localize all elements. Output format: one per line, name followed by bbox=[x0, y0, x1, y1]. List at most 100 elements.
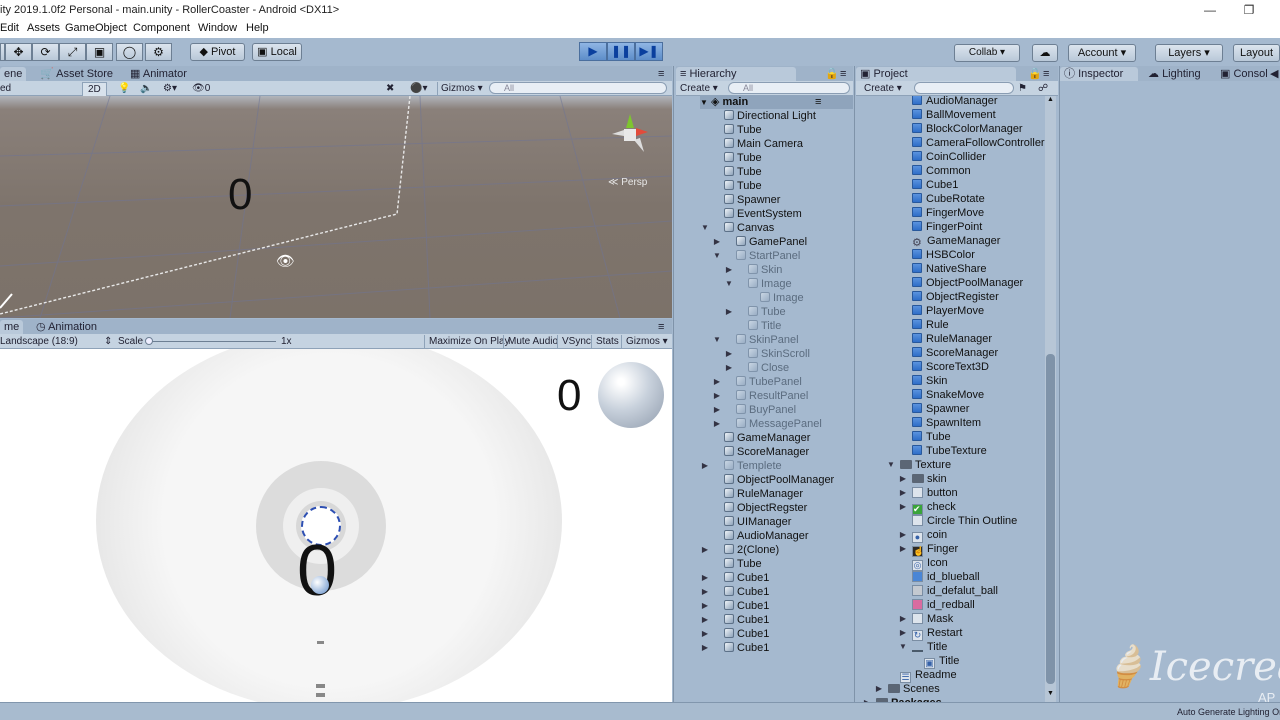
hierarchy-item[interactable]: ▶ 2(Clone) bbox=[702, 543, 779, 557]
menu-help[interactable]: Help bbox=[246, 22, 269, 34]
project-item[interactable]: ▶ ● coin bbox=[900, 528, 947, 543]
expand-right-icon[interactable]: ▶ bbox=[898, 472, 908, 486]
expand-down-icon[interactable]: ▼ bbox=[898, 640, 908, 654]
hierarchy-create-dropdown[interactable]: Create ▾ bbox=[680, 82, 718, 95]
expand-right-icon[interactable]: ▶ bbox=[700, 627, 710, 641]
expand-right-icon[interactable]: ▶ bbox=[898, 542, 908, 556]
hierarchy-item[interactable]: ▶ Tube bbox=[726, 305, 786, 319]
project-item[interactable]: Tube bbox=[912, 430, 951, 444]
hierarchy-item[interactable]: ▶ TubePanel bbox=[714, 375, 802, 389]
hierarchy-item[interactable]: UIManager bbox=[724, 515, 791, 529]
tab-project[interactable]: ▣ Project bbox=[856, 67, 1016, 81]
hierarchy-item[interactable]: ▶ ResultPanel bbox=[714, 389, 808, 403]
tab-lighting[interactable]: ☁ Lighting bbox=[1144, 67, 1205, 81]
expand-right-icon[interactable]: ▶ bbox=[700, 459, 710, 473]
project-item[interactable]: ☰ Readme bbox=[900, 668, 957, 683]
stats-toggle[interactable]: Stats bbox=[591, 335, 619, 348]
effects-toggle-icon[interactable]: ⚙▾ bbox=[163, 82, 177, 95]
expand-right-icon[interactable]: ▶ bbox=[724, 305, 734, 319]
filter-label-icon[interactable]: ☍ bbox=[1038, 82, 1048, 95]
lighting-toggle-icon[interactable]: 💡 bbox=[118, 82, 130, 95]
camera-icon[interactable]: ⚫▾ bbox=[410, 82, 427, 95]
hierarchy-item[interactable]: AudioManager bbox=[724, 529, 809, 543]
hierarchy-search-input[interactable]: All bbox=[728, 82, 850, 94]
panel-menu-icon[interactable]: ≡ bbox=[654, 67, 668, 81]
project-item[interactable]: ScoreManager bbox=[912, 346, 998, 360]
hierarchy-item[interactable]: ▶ Cube1 bbox=[702, 571, 769, 585]
tab-animation[interactable]: ◷ Animation bbox=[32, 320, 101, 334]
orientation-gizmo[interactable] bbox=[604, 104, 664, 164]
game-gizmos-dropdown[interactable]: Gizmos ▾ bbox=[621, 335, 668, 348]
menu-assets[interactable]: Assets bbox=[27, 22, 60, 34]
scale-slider-handle[interactable] bbox=[145, 337, 153, 345]
project-item[interactable]: BallMovement bbox=[912, 108, 996, 122]
expand-right-icon[interactable]: ▶ bbox=[700, 585, 710, 599]
hierarchy-item[interactable]: ▼ SkinPanel bbox=[713, 333, 799, 347]
expand-right-icon[interactable]: ▶ bbox=[898, 626, 908, 640]
project-item[interactable]: ▶ Mask bbox=[900, 612, 953, 626]
play-button[interactable]: ▶ bbox=[579, 42, 607, 61]
project-item[interactable]: ◎ Icon bbox=[912, 556, 948, 571]
expand-right-icon[interactable]: ▶ bbox=[712, 235, 722, 249]
hierarchy-item[interactable]: RuleManager bbox=[724, 487, 803, 501]
expand-down-icon[interactable]: ▼ bbox=[712, 249, 722, 263]
expand-right-icon[interactable]: ▶ bbox=[898, 612, 908, 626]
expand-right-icon[interactable]: ▶ bbox=[724, 347, 734, 361]
project-item[interactable]: SpawnItem bbox=[912, 416, 981, 430]
hierarchy-item[interactable]: ▼ Canvas bbox=[701, 221, 774, 235]
tab-overflow-icon[interactable]: ◀ bbox=[1266, 67, 1280, 81]
expand-right-icon[interactable]: ▶ bbox=[712, 417, 722, 431]
project-item[interactable]: ▶ Scenes bbox=[876, 682, 940, 696]
hierarchy-item[interactable]: ▶ Cube1 bbox=[702, 627, 769, 641]
project-item[interactable]: id_defalut_ball bbox=[912, 584, 998, 598]
expand-right-icon[interactable]: ▶ bbox=[700, 599, 710, 613]
hierarchy-item[interactable]: Tube bbox=[724, 123, 762, 137]
hierarchy-menu-icon[interactable]: ≡ bbox=[836, 67, 850, 81]
restore-button[interactable]: ❐ bbox=[1234, 1, 1264, 19]
project-item[interactable]: ▼ Title bbox=[899, 640, 947, 654]
maximize-on-play-toggle[interactable]: Maximize On Play bbox=[424, 335, 510, 348]
expand-right-icon[interactable]: ▶ bbox=[724, 361, 734, 375]
project-item[interactable]: ScoreText3D bbox=[912, 360, 989, 374]
hierarchy-item[interactable]: EventSystem bbox=[724, 207, 802, 221]
hierarchy-item[interactable]: Title bbox=[748, 319, 781, 333]
project-item[interactable]: id_redball bbox=[912, 598, 975, 612]
hierarchy-item[interactable]: ObjectPoolManager bbox=[724, 473, 834, 487]
rect-tool-icon[interactable]: ▣ bbox=[86, 43, 113, 61]
hierarchy-item[interactable]: ScoreManager bbox=[724, 445, 809, 459]
perspective-label[interactable]: ≪ Persp bbox=[608, 177, 647, 188]
aspect-dropdown[interactable]: Landscape (18:9) bbox=[0, 335, 78, 348]
project-item[interactable]: AudioManager bbox=[912, 96, 998, 108]
menu-window[interactable]: Window bbox=[198, 22, 237, 34]
expand-down-icon[interactable]: ▼ bbox=[724, 277, 734, 291]
expand-right-icon[interactable]: ▶ bbox=[700, 571, 710, 585]
scene-root-row[interactable]: ▼ ◈ main ≡ bbox=[700, 95, 853, 109]
scale-tool-icon[interactable]: ⤢ bbox=[59, 43, 86, 61]
tab-game[interactable]: me bbox=[0, 320, 24, 334]
expand-right-icon[interactable]: ▶ bbox=[700, 641, 710, 655]
rotate-tool-icon[interactable]: ⟳ bbox=[32, 43, 59, 61]
tools-icon[interactable]: ✖ bbox=[386, 82, 394, 95]
layout-dropdown[interactable]: Layout bbox=[1233, 44, 1280, 62]
hierarchy-item[interactable]: GameManager bbox=[724, 431, 810, 445]
mute-audio-toggle[interactable]: Mute Audio bbox=[503, 335, 558, 348]
hierarchy-item[interactable]: Image bbox=[760, 291, 804, 305]
tab-asset-store[interactable]: 🛒 Asset Store bbox=[36, 67, 117, 81]
scrollbar-thumb[interactable] bbox=[1046, 354, 1055, 684]
project-item[interactable]: SnakeMove bbox=[912, 388, 984, 402]
hierarchy-item[interactable]: ▶ Cube1 bbox=[702, 613, 769, 627]
project-item[interactable]: ▼ Texture bbox=[887, 458, 951, 472]
tab-scene[interactable]: ene bbox=[0, 67, 27, 81]
expand-down-icon[interactable]: ▼ bbox=[886, 458, 896, 472]
scene-view[interactable]: 0 👁 ≪ Persp bbox=[0, 96, 672, 318]
project-item[interactable]: ▶ ↻ Restart bbox=[900, 626, 962, 641]
expand-right-icon[interactable]: ▶ bbox=[898, 486, 908, 500]
project-item[interactable]: ▶ ☝ Finger bbox=[900, 542, 958, 557]
project-item[interactable]: TubeTexture bbox=[912, 444, 987, 458]
hierarchy-item[interactable]: ▶ MessagePanel bbox=[714, 417, 822, 431]
expand-right-icon[interactable]: ▶ bbox=[898, 500, 908, 514]
project-item[interactable]: ▣ Title bbox=[924, 654, 959, 669]
menu-edit[interactable]: Edit bbox=[0, 22, 19, 34]
layers-dropdown[interactable]: Layers ▾ bbox=[1155, 44, 1223, 62]
expand-right-icon[interactable]: ▶ bbox=[712, 403, 722, 417]
